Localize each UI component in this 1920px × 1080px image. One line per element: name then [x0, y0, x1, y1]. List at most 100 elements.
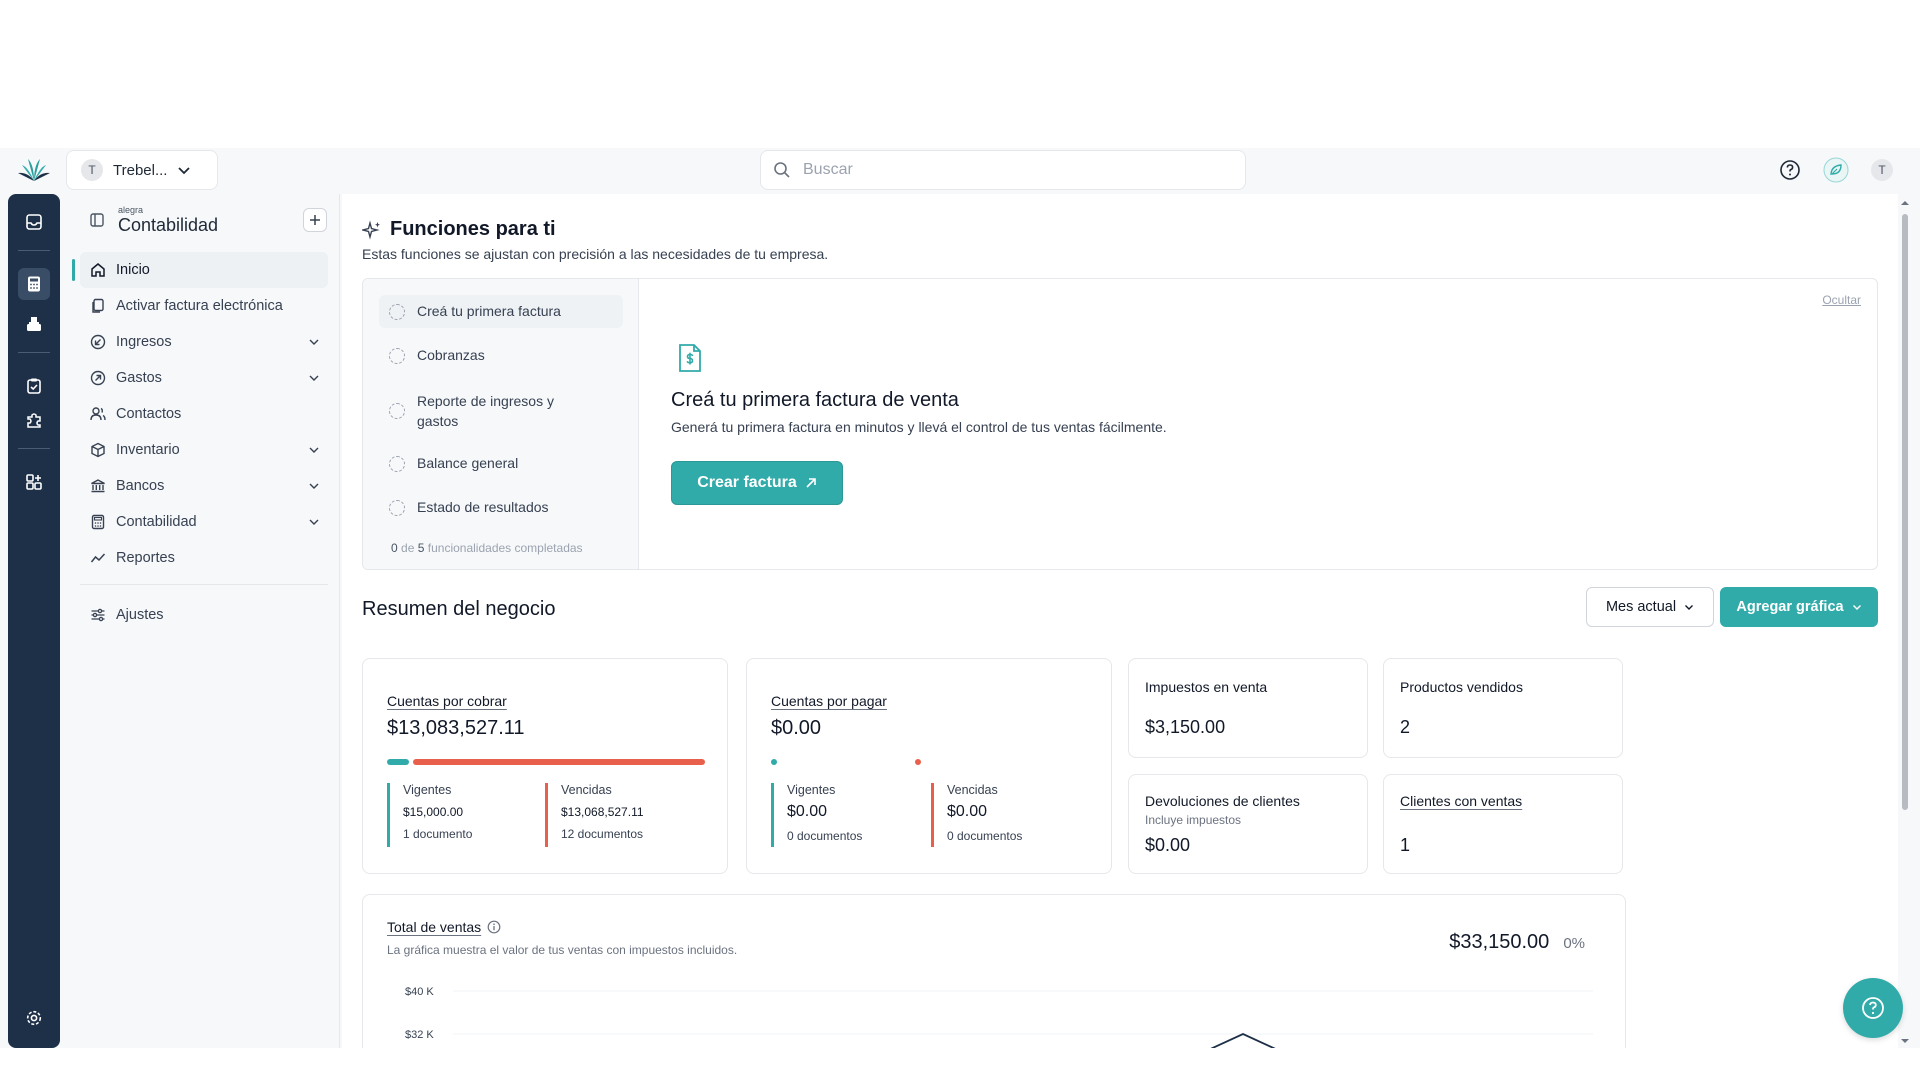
add-chart-button[interactable]: Agregar gráfica — [1720, 587, 1878, 627]
search-bar[interactable] — [760, 150, 1246, 190]
help-chat-button[interactable] — [1843, 978, 1903, 1038]
rail-divider — [18, 250, 50, 251]
sidebar-item-reportes[interactable]: Reportes — [80, 540, 328, 576]
customers-title[interactable]: Clientes con ventas — [1400, 793, 1522, 809]
rail-accounting[interactable] — [18, 268, 50, 300]
current-amount: $15,000.00 — [403, 805, 464, 819]
sidebar-item-label: Ajustes — [116, 607, 164, 623]
overdue-amount: $13,068,527.11 — [561, 805, 644, 819]
payable-current-bar — [771, 759, 777, 765]
chevron-down-icon — [309, 375, 319, 381]
sidebar-item-label: Inventario — [116, 442, 180, 458]
info-icon[interactable] — [487, 920, 501, 934]
sidebar-item-inventario[interactable]: Inventario — [80, 432, 328, 468]
contacts-icon — [90, 407, 106, 421]
sidebar-item-gastos[interactable]: Gastos — [80, 360, 328, 396]
receivable-current-bar — [387, 759, 409, 765]
sidebar-item-bancos[interactable]: Bancos — [80, 468, 328, 504]
user-avatar[interactable]: T — [1868, 156, 1896, 184]
sales-change: 0% — [1563, 935, 1585, 952]
step-cobranzas[interactable]: Cobranzas — [379, 339, 623, 372]
scroll-down-icon[interactable] — [1898, 1036, 1912, 1046]
current-label: Vigentes — [403, 783, 452, 797]
sidebar-item-inicio[interactable]: Inicio — [72, 252, 328, 288]
receivable-title[interactable]: Cuentas por cobrar — [387, 693, 507, 709]
page-header: Funciones para ti — [362, 218, 556, 241]
arrow-up-right-icon — [806, 478, 816, 488]
period-select[interactable]: Mes actual — [1586, 587, 1714, 627]
payable-title[interactable]: Cuentas por pagar — [771, 693, 887, 709]
assistant-button[interactable] — [1822, 156, 1850, 184]
create-invoice-button[interactable]: Crear factura — [671, 461, 843, 505]
rail-apps[interactable] — [18, 466, 50, 498]
hide-link[interactable]: Ocultar — [1822, 293, 1861, 307]
calculator-icon — [28, 276, 40, 292]
sidebar-item-contactos[interactable]: Contactos — [80, 396, 328, 432]
receivable-current: Vigentes $15,000.00 1 documento — [387, 783, 472, 847]
sidebar: alegra Contabilidad Inicio Activar factu… — [68, 194, 340, 1048]
sales-tax-title: Impuestos en venta — [1145, 679, 1268, 695]
step-label: Balance general — [417, 455, 519, 471]
current-docs: 1 documento — [403, 827, 473, 841]
step-label: Reporte de ingresos y gastos — [417, 393, 554, 429]
app-window: T Trebel... T — [0, 148, 1920, 1048]
help-button[interactable] — [1776, 156, 1804, 184]
brand-company: alegra — [118, 205, 144, 215]
returns-title: Devoluciones de clientes — [1145, 793, 1300, 809]
chevron-down-icon — [309, 519, 319, 525]
rail-tasks[interactable] — [18, 370, 50, 402]
sparkles-icon — [362, 219, 380, 240]
sidebar-item-factura-electronica[interactable]: Activar factura electrónica — [80, 288, 328, 324]
chevron-down-icon — [309, 447, 319, 453]
step-pending-icon — [389, 500, 405, 516]
calculator-icon — [91, 514, 105, 530]
company-avatar: T — [81, 159, 103, 181]
returns-card: Devoluciones de clientes Incluye impuest… — [1128, 774, 1368, 874]
step-reporte-ingresos-gastos[interactable]: Reporte de ingresos y gastos — [379, 383, 623, 439]
home-icon — [91, 263, 105, 277]
product-brand: alegra Contabilidad — [90, 206, 218, 234]
steps-suffix: funcionalidades completadas — [427, 541, 583, 555]
sidebar-toggle-icon[interactable] — [90, 213, 104, 227]
main-scrollbar[interactable] — [1898, 194, 1912, 1048]
step-balance-general[interactable]: Balance general — [379, 447, 623, 480]
step-primera-factura[interactable]: Creá tu primera factura — [379, 295, 623, 328]
question-circle-icon — [1780, 160, 1800, 180]
scrollbar-thumb[interactable] — [1902, 214, 1908, 810]
chart-line-icon — [90, 553, 106, 563]
quick-add-button[interactable] — [303, 208, 327, 232]
rail-divider — [18, 448, 50, 449]
chevron-down-icon — [1852, 605, 1861, 610]
onboarding-panel: Creá tu primera factura Cobranzas Report… — [362, 278, 1878, 570]
app-rail — [8, 194, 60, 1048]
search-icon — [774, 162, 790, 178]
alegra-logo-icon[interactable] — [18, 157, 50, 183]
scroll-up-icon[interactable] — [1898, 198, 1912, 208]
steps-total: 5 — [417, 541, 425, 555]
step-estado-resultados[interactable]: Estado de resultados — [379, 491, 623, 524]
question-circle-icon — [1862, 997, 1884, 1019]
sidebar-item-label: Gastos — [116, 370, 162, 386]
plus-icon — [310, 215, 320, 225]
sales-chart-header: Total de ventas — [387, 919, 501, 935]
search-input[interactable] — [803, 161, 1203, 179]
current-docs: 0 documentos — [787, 829, 863, 843]
sidebar-item-contabilidad[interactable]: Contabilidad — [80, 504, 328, 540]
rail-settings[interactable] — [18, 1002, 50, 1034]
company-selector[interactable]: T Trebel... — [66, 150, 218, 190]
rail-pos[interactable] — [18, 308, 50, 340]
sidebar-item-ajustes[interactable]: Ajustes — [80, 597, 328, 633]
brand-product: Contabilidad — [118, 215, 219, 235]
y-tick-label: $32 K — [405, 1029, 434, 1041]
overdue-docs: 12 documentos — [561, 827, 644, 841]
gear-icon — [26, 1010, 42, 1026]
sidebar-item-ingresos[interactable]: Ingresos — [80, 324, 328, 360]
rail-divider — [18, 352, 50, 353]
inbox-icon — [26, 214, 42, 230]
sidebar-nav: Inicio Activar factura electrónica Ingre… — [72, 252, 328, 633]
sales-total: $33,150.00 — [1449, 931, 1550, 953]
rail-integrations[interactable] — [18, 404, 50, 436]
payable-current: Vigentes $0.00 0 documentos — [771, 783, 862, 847]
rail-inbox[interactable] — [18, 206, 50, 238]
sales-chart-title[interactable]: Total de ventas — [387, 919, 481, 935]
